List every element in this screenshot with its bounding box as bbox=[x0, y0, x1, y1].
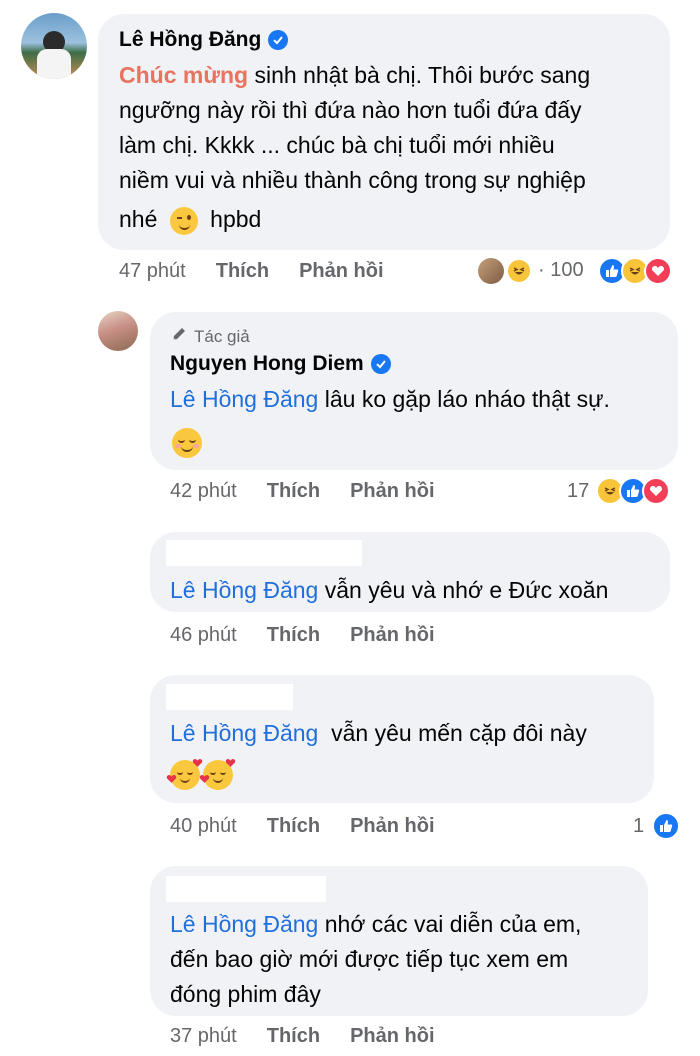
comment-text: Lê Hồng Đăng nhớ các vai diễn của em, đế… bbox=[170, 907, 640, 1012]
comment-time[interactable]: 46 phút bbox=[170, 624, 237, 647]
comment-line: làm chị. Kkkk ... chúc bà chị tuổi mới n… bbox=[119, 132, 555, 158]
author-name[interactable]: Lê Hồng Đăng bbox=[119, 28, 261, 52]
comment-meta: 47 phút Thích Phản hồi bbox=[119, 260, 414, 283]
comment-author[interactable]: Lê Hồng Đăng bbox=[119, 28, 289, 52]
like-button[interactable]: Thích bbox=[267, 815, 320, 838]
redacted-name bbox=[166, 540, 362, 566]
comment-line: nhớ các vai diễn của em, bbox=[324, 911, 582, 937]
comment-text: Chúc mừng sinh nhật bà chị. Thôi bước sa… bbox=[119, 58, 664, 237]
comment-line: đến bao giờ mới được tiếp tục xem em bbox=[170, 946, 569, 972]
wink-emoji-icon bbox=[169, 206, 198, 235]
hearts-emoji-icon bbox=[166, 758, 203, 790]
reply-button[interactable]: Phản hồi bbox=[350, 1025, 434, 1048]
mention-link[interactable]: Lê Hồng Đăng bbox=[170, 911, 318, 937]
haha-reaction-icon bbox=[506, 258, 532, 284]
hearts-emoji-group bbox=[166, 758, 236, 790]
comment-line: vẫn yêu và nhớ e Đức xoăn bbox=[324, 577, 609, 603]
love-reaction-icon bbox=[642, 477, 670, 505]
comment-meta: 42 phút Thích Phản hồi bbox=[170, 480, 465, 503]
comment-line: niềm vui và nhiều thành công trong sự ng… bbox=[119, 167, 586, 193]
avatar-nguyen-hong-diem[interactable] bbox=[98, 311, 138, 351]
author-name[interactable]: Nguyen Hong Diem bbox=[170, 352, 364, 376]
like-reaction-icon bbox=[652, 812, 680, 840]
like-button[interactable]: Thích bbox=[267, 480, 320, 503]
comment-line: vẫn yêu mến cặp đôi này bbox=[331, 720, 587, 746]
hearts-emoji-icon bbox=[199, 758, 236, 790]
comment-meta: 46 phút Thích Phản hồi bbox=[170, 624, 465, 647]
comment-line: sinh nhật bà chị. Thôi bước sang bbox=[254, 62, 591, 88]
reply-button[interactable]: Phản hồi bbox=[299, 260, 383, 283]
like-button[interactable]: Thích bbox=[216, 260, 269, 283]
reaction-icons[interactable] bbox=[596, 477, 670, 505]
comment-word: nhé bbox=[119, 206, 158, 232]
comment-meta: 37 phút Thích Phản hồi bbox=[170, 1025, 465, 1048]
mention-link[interactable]: Lê Hồng Đăng bbox=[170, 577, 318, 603]
pencil-icon bbox=[170, 325, 188, 348]
comment-word: hpbd bbox=[210, 206, 262, 232]
comment-author[interactable]: Nguyen Hong Diem bbox=[170, 352, 391, 376]
comment-text: Lê Hồng Đăng vẫn yêu và nhớ e Đức xoăn bbox=[170, 573, 608, 608]
reply-button[interactable]: Phản hồi bbox=[350, 815, 434, 838]
comment-time[interactable]: 47 phút bbox=[119, 260, 186, 283]
reaction-count[interactable]: 17 bbox=[567, 480, 589, 503]
verified-badge-icon bbox=[370, 354, 391, 374]
comment-text: Lê Hồng Đăng vẫn yêu mến cặp đôi này bbox=[170, 716, 587, 751]
comment-time[interactable]: 37 phút bbox=[170, 1025, 237, 1048]
reaction-icons[interactable] bbox=[652, 812, 680, 840]
redacted-name bbox=[166, 876, 326, 902]
comment-text: Lê Hồng Đăng lâu ko gặp láo nháo thật sự… bbox=[170, 382, 610, 417]
mention-link[interactable]: Lê Hồng Đăng bbox=[170, 720, 318, 746]
author-badge-label: Tác giả bbox=[194, 326, 250, 346]
comment-meta: 40 phút Thích Phản hồi bbox=[170, 815, 465, 838]
comment-time[interactable]: 40 phút bbox=[170, 815, 237, 838]
love-reaction-icon bbox=[644, 257, 672, 285]
reply-button[interactable]: Phản hồi bbox=[350, 624, 434, 647]
reaction-count[interactable]: 1 bbox=[633, 815, 644, 838]
avatar-le-hong-dang[interactable] bbox=[21, 13, 87, 79]
comment-time[interactable]: 42 phút bbox=[170, 480, 237, 503]
reaction-icons[interactable] bbox=[598, 257, 672, 285]
reply-avatars[interactable] bbox=[478, 258, 532, 284]
like-button[interactable]: Thích bbox=[267, 624, 320, 647]
mention-link[interactable]: Lê Hồng Đăng bbox=[170, 386, 318, 412]
mini-avatar bbox=[478, 258, 504, 284]
reply-button[interactable]: Phản hồi bbox=[350, 480, 434, 503]
like-button[interactable]: Thích bbox=[267, 1025, 320, 1048]
verified-badge-icon bbox=[268, 30, 289, 50]
redacted-name bbox=[166, 684, 293, 710]
comment-line: lâu ko gặp láo nháo thật sự. bbox=[324, 386, 610, 412]
author-badge: Tác giả bbox=[170, 325, 250, 348]
smiling-emoji-icon bbox=[172, 428, 202, 458]
comment-line: ngưỡng này rồi thì đứa nào hơn tuổi đứa … bbox=[119, 97, 582, 123]
comment-line: nhé hpbd bbox=[119, 202, 664, 237]
reaction-count[interactable]: · 100 bbox=[538, 259, 584, 282]
highlight-text: Chúc mừng bbox=[119, 62, 249, 88]
comment-line: đóng phim đây bbox=[170, 981, 321, 1007]
